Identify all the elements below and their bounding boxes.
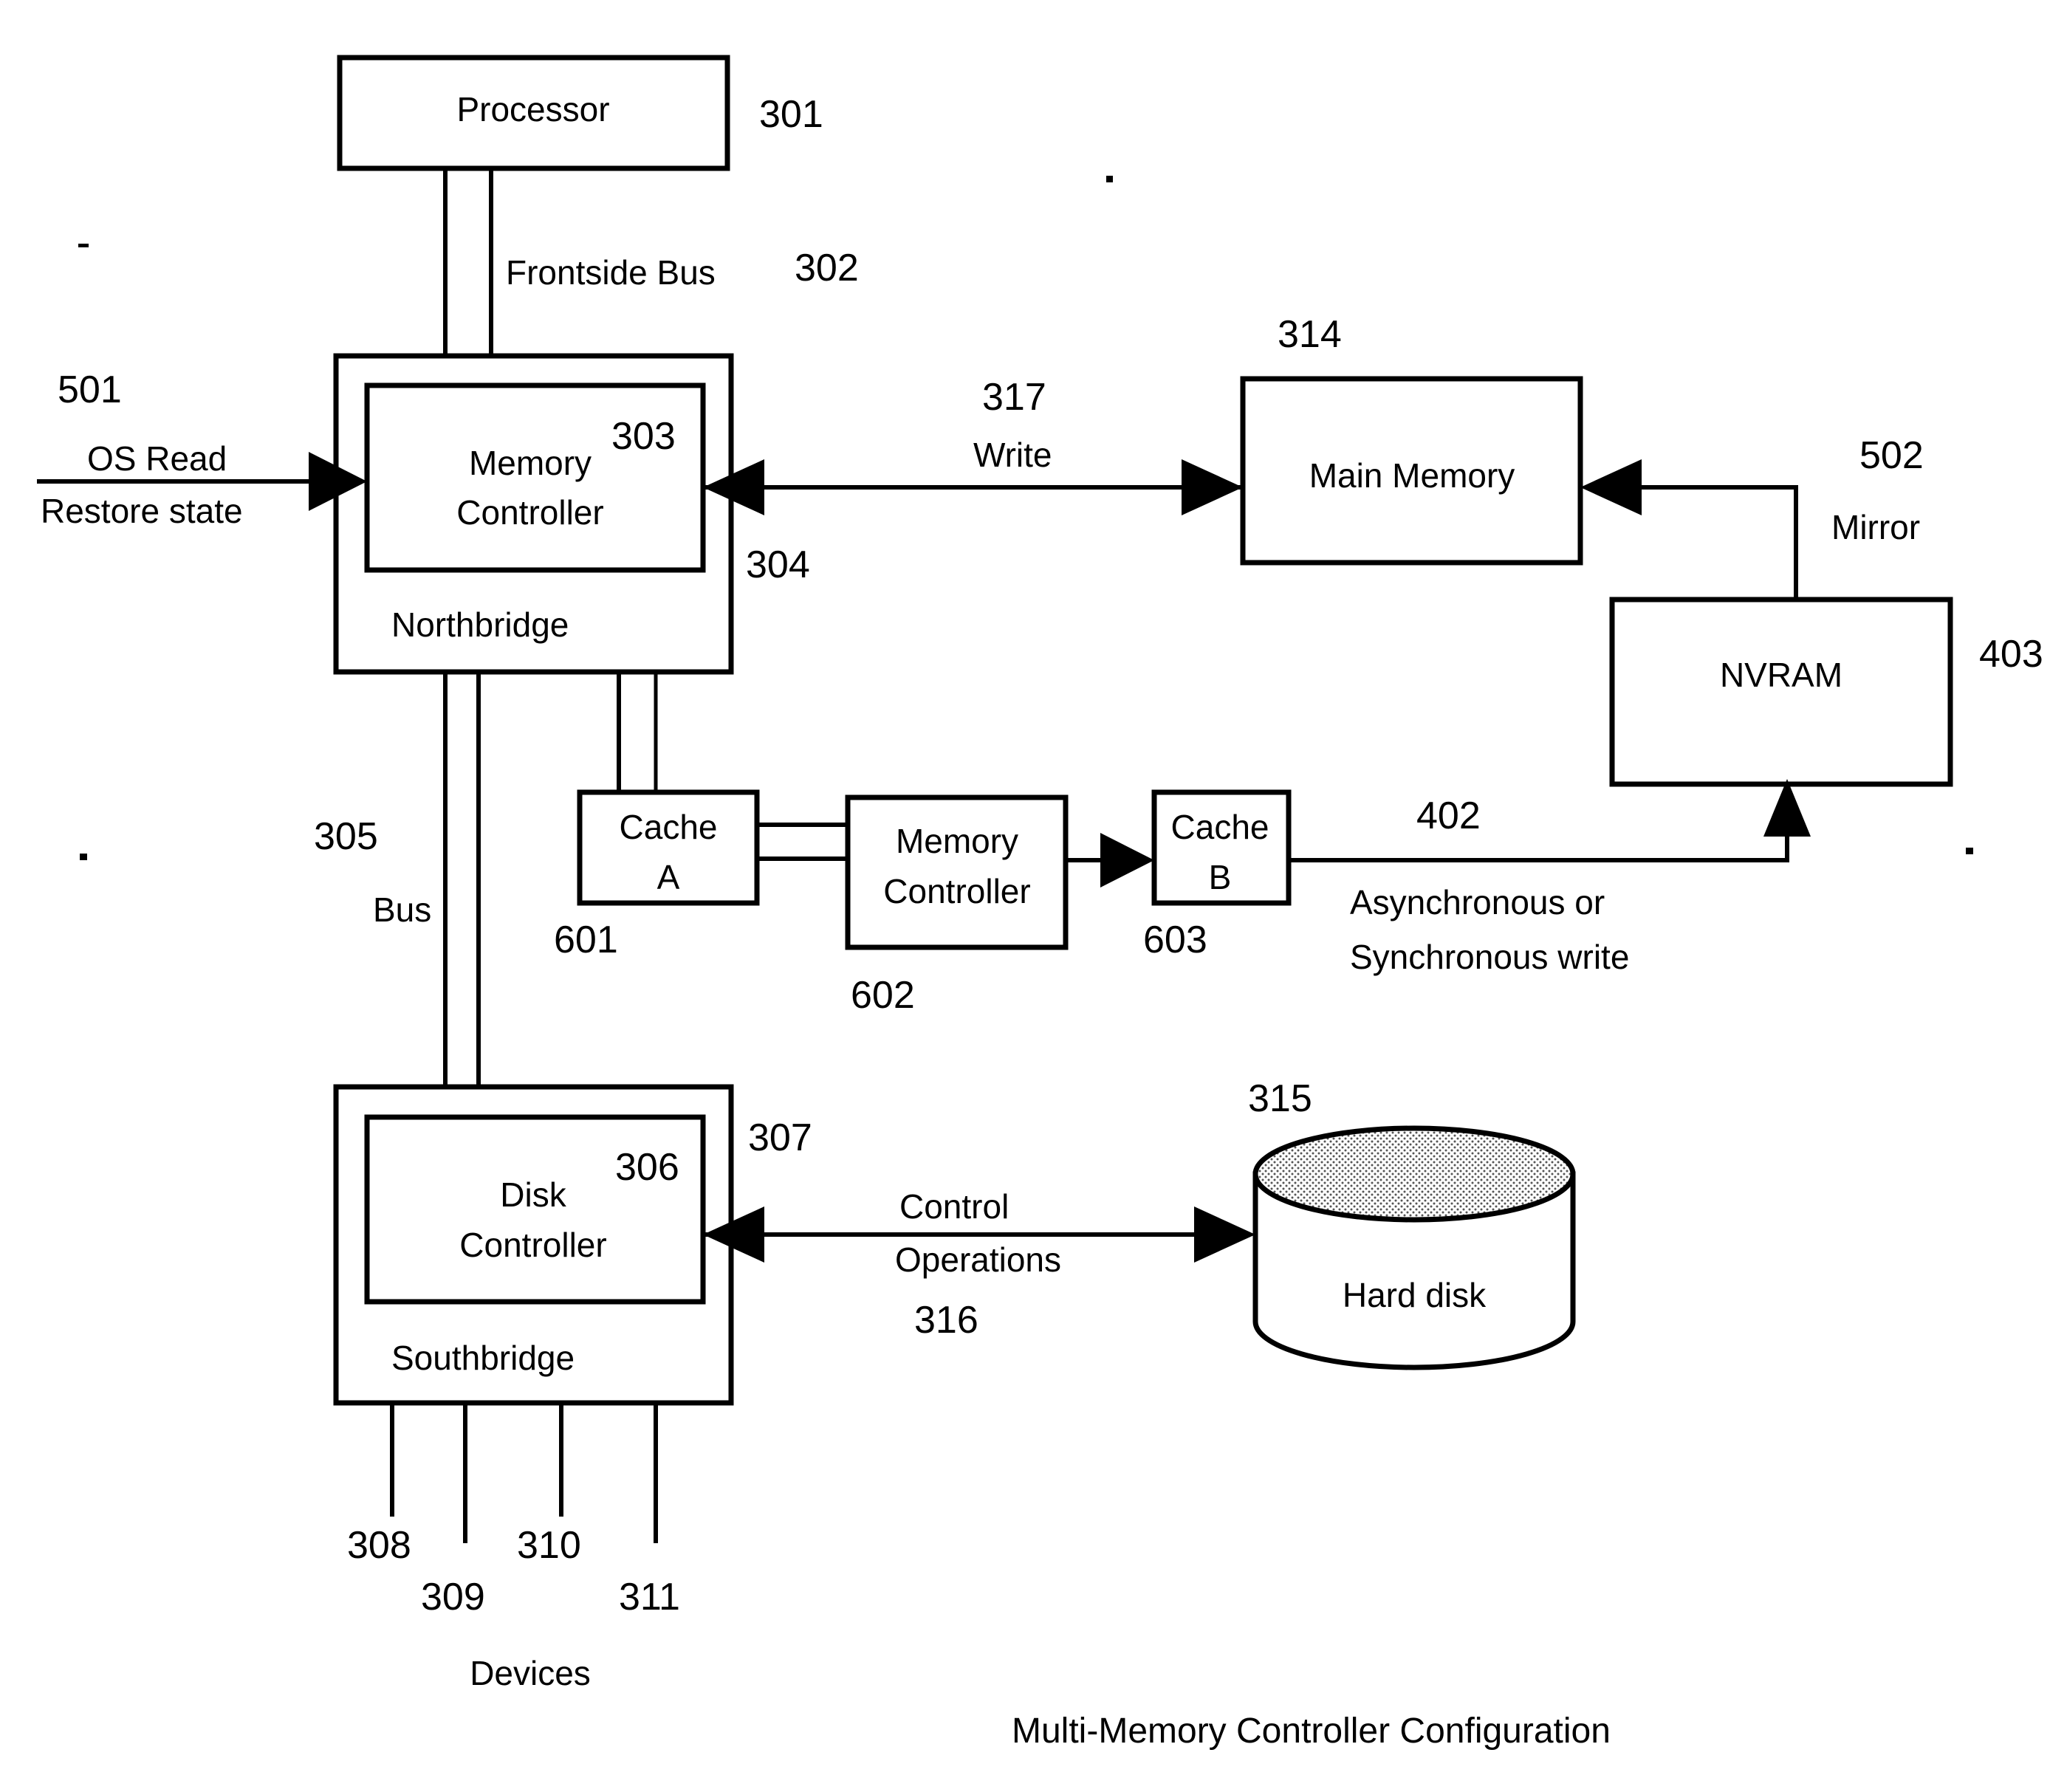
processor-ref: 301 (759, 93, 823, 136)
mirror-arrowhead (1580, 459, 1642, 515)
control-ops-label-1: Control (899, 1187, 1009, 1226)
scan-speck-left (78, 244, 89, 247)
scan-speck-lower-right (1966, 848, 1973, 854)
bus-ref: 305 (314, 815, 378, 858)
hard-disk-top (1252, 1125, 1576, 1223)
devices-label: Devices (470, 1654, 591, 1692)
os-read-ref: 501 (58, 368, 122, 411)
control-ops-arrowhead-right (1194, 1206, 1255, 1263)
memory-controller-north-label-1: Memory (469, 444, 592, 482)
main-memory-ref: 314 (1278, 313, 1342, 356)
os-read-label-2: Restore state (41, 492, 243, 530)
mc-cacheb-arrowhead (1100, 833, 1154, 888)
cache-a-label-1: Cache (620, 808, 718, 846)
main-memory-label: Main Memory (1309, 456, 1515, 495)
scan-speck-lower-left (80, 854, 87, 860)
processor-label: Processor (456, 90, 609, 128)
hard-disk-label: Hard disk (1343, 1276, 1487, 1314)
disk-controller-label-1: Disk (500, 1175, 566, 1214)
nvram-label: NVRAM (1720, 656, 1842, 694)
nvram-ref: 403 (1979, 633, 2043, 676)
memory-controller-mid-label-2: Controller (883, 872, 1030, 910)
write-arrowhead-right (1182, 459, 1243, 515)
cache-b-label-1: Cache (1171, 808, 1269, 846)
cache-b-ref: 603 (1143, 919, 1207, 961)
device-ref-310: 310 (517, 1524, 581, 1567)
hard-disk-ref: 315 (1248, 1077, 1312, 1120)
async-write-ref: 402 (1416, 794, 1481, 837)
southbridge-ref: 307 (748, 1116, 812, 1159)
control-ops-ref: 316 (914, 1299, 978, 1342)
disk-controller-ref: 306 (615, 1146, 679, 1189)
northbridge-ref: 304 (746, 543, 810, 586)
async-write-path (1289, 812, 1789, 862)
async-write-label-2: Synchronous write (1350, 938, 1629, 976)
cache-a-ref: 601 (554, 919, 618, 961)
memory-controller-north-ref: 303 (611, 415, 676, 458)
device-ref-308: 308 (347, 1524, 411, 1567)
control-ops-label-2: Operations (895, 1240, 1061, 1279)
mirror-ref: 502 (1859, 434, 1924, 477)
disk-controller-label-2: Controller (459, 1226, 606, 1264)
device-ref-309: 309 (421, 1576, 485, 1618)
frontside-bus-ref: 302 (795, 247, 859, 289)
cache-b-label-2: B (1209, 858, 1232, 896)
memory-controller-mid-label-1: Memory (896, 822, 1018, 860)
os-read-label-1: OS Read (87, 439, 227, 478)
write-ref: 317 (982, 376, 1046, 419)
async-write-label-1: Asynchronous or (1350, 883, 1605, 921)
write-label: Write (973, 436, 1052, 474)
patent-diagram-canvas: Processor 301 Frontside Bus 302 501 OS R… (0, 0, 2050, 1792)
mirror-label: Mirror (1831, 508, 1920, 546)
memory-controller-mid-ref: 602 (851, 974, 915, 1017)
scan-speck-mid (1106, 176, 1113, 182)
cache-a-label-2: A (657, 858, 680, 896)
async-write-arrowhead (1763, 779, 1811, 837)
mirror-path (1642, 485, 1798, 600)
device-ref-311: 311 (619, 1576, 680, 1618)
northbridge-label: Northbridge (391, 605, 569, 644)
diagram-svg: Processor 301 Frontside Bus 302 501 OS R… (37, 55, 2043, 1751)
southbridge-label: Southbridge (391, 1339, 575, 1377)
memory-controller-north-label-2: Controller (456, 493, 603, 532)
frontside-bus-label: Frontside Bus (506, 253, 716, 292)
bus-label: Bus (373, 890, 431, 929)
diagram-caption: Multi-Memory Controller Configuration (1012, 1712, 1611, 1751)
